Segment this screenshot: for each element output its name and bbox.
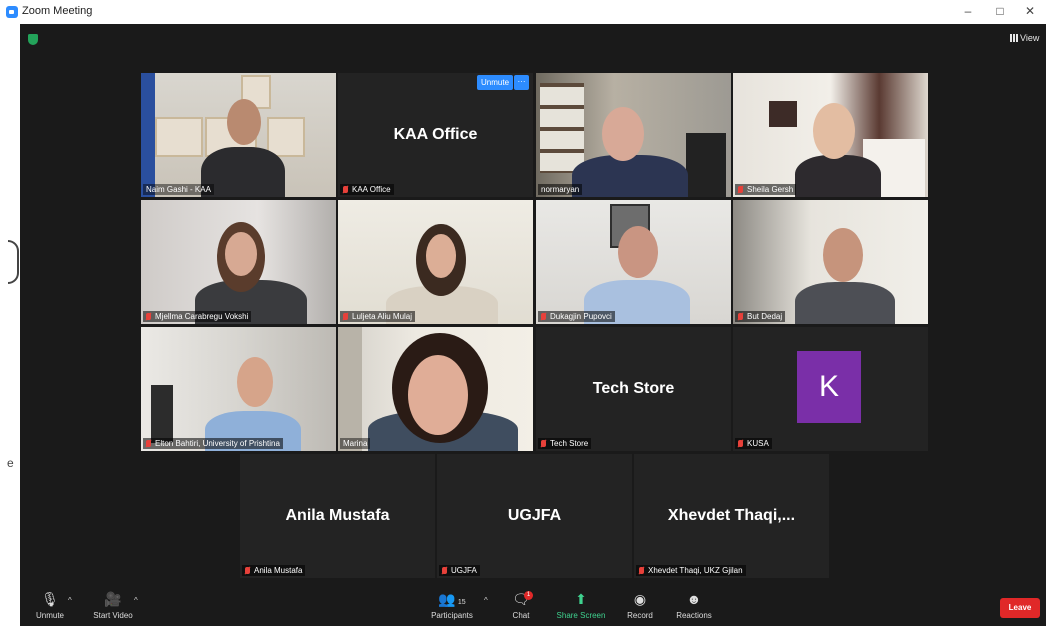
muted-mic-icon [541,440,546,447]
participant-name: Anila Mustafa [242,565,306,576]
video-options-chevron-icon[interactable]: ^ [134,596,138,605]
participant-name: Naim Gashi - KAA [143,184,214,195]
video-tile[interactable]: Elton Bahtiri, University of Prishtina [141,327,336,451]
muted-mic-icon [343,186,348,193]
participant-display-name: Xhevdet Thaqi,... [667,507,796,524]
minimize-button[interactable]: – [958,4,978,18]
record-icon: ◉ [633,591,647,607]
avatar: K [797,351,861,423]
share-screen-label: Share Screen [556,611,606,620]
video-tile[interactable]: normaryan [536,73,731,197]
reactions-label: Reactions [676,611,712,620]
muted-mic-icon [738,313,743,320]
video-tile[interactable]: Mjellma Carabregu Vokshi [141,200,336,324]
participants-label: Participants [431,611,473,620]
audio-options-chevron-icon[interactable]: ^ [68,596,72,605]
video-tile[interactable]: Naim Gashi - KAA [141,73,336,197]
participant-name: KAA Office [340,184,394,195]
participants-icon: 👥 15 [438,591,466,607]
grid-icon [1010,34,1018,42]
record-label: Record [627,611,653,620]
video-tile[interactable]: K KUSA [733,327,928,451]
muted-mic-icon [541,313,546,320]
muted-microphone-icon: 🎙 [41,591,59,607]
background-slide-fragment-letter: e [7,456,14,470]
more-options-button[interactable]: ··· [514,75,529,90]
participant-name: UGJFA [439,565,480,576]
share-screen-icon: ⬆ [575,591,587,607]
participants-options-chevron-icon[interactable]: ^ [484,596,488,605]
participant-display-name: UGJFA [507,507,562,524]
share-screen-button[interactable]: ⬆ Share Screen [554,590,608,620]
participants-button[interactable]: 👥 15 Participants [424,590,480,620]
reactions-button[interactable]: ☻ Reactions [672,590,716,620]
video-tile[interactable]: KAA Office Unmute ··· KAA Office [338,73,533,197]
chat-icon: 🗨 [512,591,530,607]
muted-mic-icon [738,440,743,447]
leave-button[interactable]: Leave [1000,598,1040,618]
background-slide-fragment [8,240,19,284]
unmute-button[interactable]: 🎙 Unmute [30,590,70,620]
muted-mic-icon [245,567,250,574]
restore-button[interactable]: □ [990,4,1010,18]
muted-mic-icon [343,313,348,320]
start-video-button[interactable]: 🎥 Start Video [88,590,138,620]
video-tile[interactable]: Xhevdet Thaqi,... Xhevdet Thaqi, UKZ Gji… [634,454,829,578]
video-off-icon: 🎥 [104,591,122,607]
video-tile[interactable]: Tech Store Tech Store [536,327,731,451]
encryption-shield-icon[interactable] [28,34,38,45]
participant-name: Xhevdet Thaqi, UKZ Gjilan [636,565,746,576]
participant-name: But Dedaj [735,311,786,322]
close-button[interactable]: ✕ [1020,4,1040,18]
video-tile[interactable]: Sheila Gersh [733,73,928,197]
participant-display-name: Tech Store [592,380,675,397]
reactions-icon: ☻ [686,591,702,607]
participants-count: 15 [457,599,466,606]
muted-mic-icon [146,440,151,447]
video-tile[interactable]: But Dedaj [733,200,928,324]
window-title: Zoom Meeting [22,5,93,17]
participant-name: normaryan [538,184,583,195]
participant-name: Dukagjin Pupovci [538,311,615,322]
start-video-label: Start Video [93,611,133,620]
participant-display-name: Anila Mustafa [285,507,390,524]
participant-name: Luljeta Aliu Mulaj [340,311,416,322]
unmute-participant-button[interactable]: Unmute [477,75,514,90]
participant-name: Mjellma Carabregu Vokshi [143,311,252,322]
title-bar: Zoom Meeting – □ ✕ [0,0,1046,24]
participant-name: Marina [340,438,371,449]
video-tile[interactable]: Anila Mustafa Anila Mustafa [240,454,435,578]
zoom-app-icon [6,6,18,18]
muted-mic-icon [146,313,151,320]
muted-mic-icon [442,567,447,574]
chat-unread-badge: 1 [524,591,533,600]
muted-mic-icon [738,186,743,193]
video-tile[interactable]: Marina [338,327,533,451]
participant-name: KUSA [735,438,772,449]
chat-label: Chat [512,611,530,620]
muted-mic-icon [639,567,644,574]
record-button[interactable]: ◉ Record [622,590,658,620]
participant-name: Elton Bahtiri, University of Prishtina [143,438,283,449]
unmute-label: Unmute [35,611,64,620]
video-tile[interactable]: Luljeta Aliu Mulaj [338,200,533,324]
view-label: View [1020,33,1040,43]
video-tile[interactable]: UGJFA UGJFA [437,454,632,578]
participant-display-name: KAA Office [393,126,478,143]
participant-name: Sheila Gersh [735,184,797,195]
video-tile[interactable]: Dukagjin Pupovci [536,200,731,324]
view-button[interactable]: View [1010,33,1039,43]
participant-name: Tech Store [538,438,592,449]
